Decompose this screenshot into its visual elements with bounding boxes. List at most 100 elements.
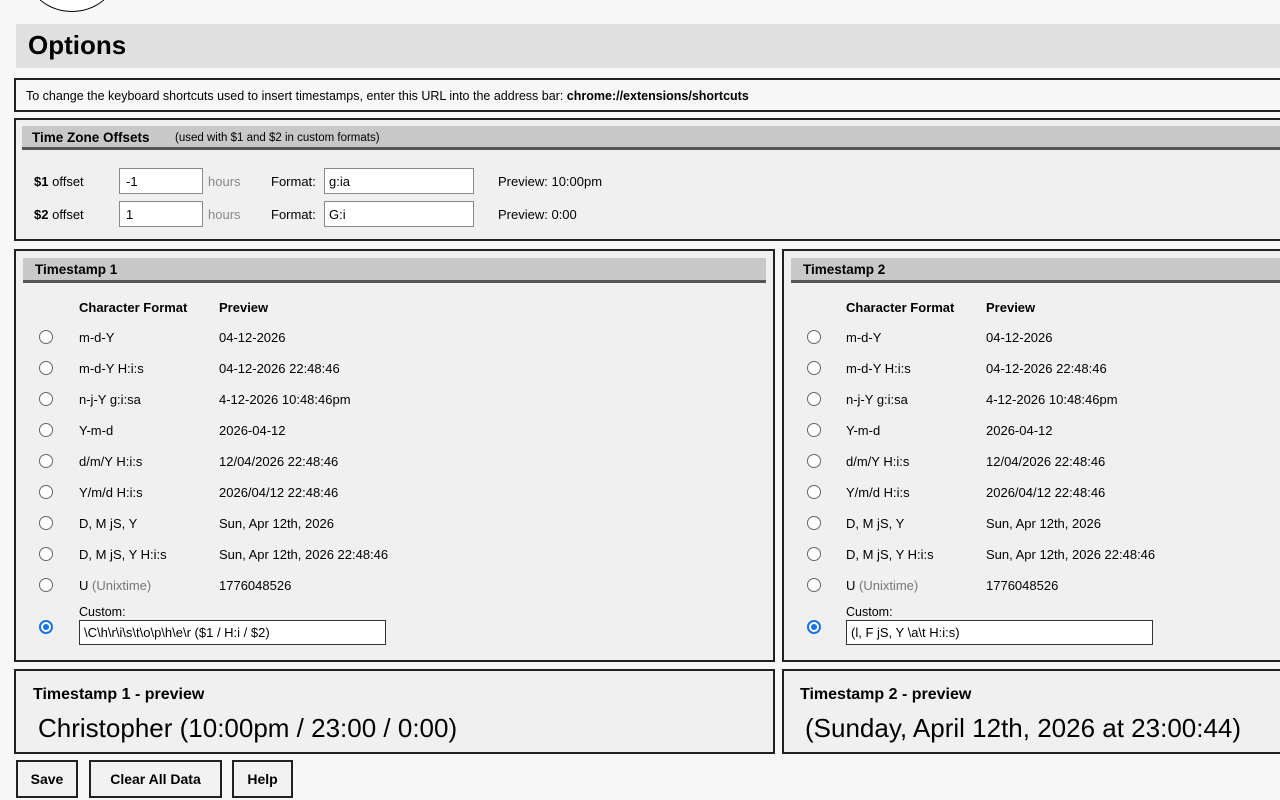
format-text: n-j-Y g:i:sa xyxy=(846,392,908,407)
timestamp-1-custom-radio[interactable] xyxy=(39,620,53,634)
timestamp-1-custom-label: Custom: xyxy=(79,605,126,619)
format-text: D, M jS, Y H:i:s xyxy=(846,547,934,562)
format-code: m-d-Y xyxy=(846,330,881,345)
page-title: Options xyxy=(28,30,127,60)
timestamp-1-option[interactable]: D, M jS, Y Sun, Apr 12th, 2026 xyxy=(16,514,773,536)
offset-1-var: $1 xyxy=(34,174,49,189)
timestamp-2-custom-radio[interactable] xyxy=(807,620,821,634)
timestamp-2-custom-label: Custom: xyxy=(846,605,893,619)
timestamp-1-preview-panel: Timestamp 1 - preview Christopher (10:00… xyxy=(14,669,775,754)
format-code: U (Unixtime) xyxy=(846,578,918,593)
timestamp-1-option[interactable]: n-j-Y g:i:sa 4-12-2026 10:48:46pm xyxy=(16,390,773,412)
offset-1-row: $1 offset hours Format: Preview: 10:00pm xyxy=(16,168,716,194)
shortcut-info-bar: To change the keyboard shortcuts used to… xyxy=(14,78,1280,112)
format-code: U (Unixtime) xyxy=(79,578,151,593)
offset-2-row: $2 offset hours Format: Preview: 0:00 xyxy=(16,201,716,227)
timestamp-1-radio[interactable] xyxy=(39,547,53,561)
timestamp-1-radio[interactable] xyxy=(39,330,53,344)
format-preview: 2026/04/12 22:48:46 xyxy=(986,485,1106,500)
format-text: Y-m-d xyxy=(846,423,881,438)
timestamp-1-option[interactable]: m-d-Y 04-12-2026 xyxy=(16,328,773,350)
options-header: Options xyxy=(16,24,1280,68)
timestamp-1-option[interactable]: Y-m-d 2026-04-12 xyxy=(16,421,773,443)
format-text: m-d-Y H:i:s xyxy=(846,361,911,376)
timestamp-2-option[interactable]: Y/m/d H:i:s 2026/04/12 22:48:46 xyxy=(784,483,1280,505)
timestamp-2-radio[interactable] xyxy=(807,392,821,406)
offset-2-hours-input[interactable] xyxy=(119,201,203,227)
save-button[interactable]: Save xyxy=(16,760,78,798)
timestamp-1-custom-input[interactable] xyxy=(79,620,386,645)
timestamp-2-radio[interactable] xyxy=(807,516,821,530)
timestamp-1-option[interactable]: U (Unixtime) 1776048526 xyxy=(16,576,773,598)
format-preview: 2026/04/12 22:48:46 xyxy=(219,485,339,500)
format-text: D, M jS, Y xyxy=(846,516,905,531)
format-text: Y/m/d H:i:s xyxy=(846,485,910,500)
timestamp-1-radio[interactable] xyxy=(39,392,53,406)
timestamp-1-radio[interactable] xyxy=(39,423,53,437)
format-preview: 4-12-2026 10:48:46pm xyxy=(219,392,351,407)
format-code: d/m/Y H:i:s xyxy=(846,454,909,469)
timestamp-2-option[interactable]: m-d-Y H:i:s 04-12-2026 22:48:46 xyxy=(784,359,1280,381)
timestamp-2-header: Timestamp 2 xyxy=(791,258,1280,283)
offset-1-hours-input[interactable] xyxy=(119,168,203,194)
timestamp-2-option[interactable]: Y-m-d 2026-04-12 xyxy=(784,421,1280,443)
timestamp-1-option[interactable]: m-d-Y H:i:s 04-12-2026 22:48:46 xyxy=(16,359,773,381)
timestamp-2-option[interactable]: D, M jS, Y H:i:s Sun, Apr 12th, 2026 22:4… xyxy=(784,545,1280,567)
format-preview: 1776048526 xyxy=(986,578,1059,593)
offset-1-format-label: Format: xyxy=(271,174,316,189)
format-text: n-j-Y g:i:sa xyxy=(79,392,141,407)
timestamp-2-radio[interactable] xyxy=(807,361,821,375)
timestamp-2-custom-input[interactable] xyxy=(846,620,1153,645)
offset-2-format-label: Format: xyxy=(271,207,316,222)
timestamp-1-radio[interactable] xyxy=(39,485,53,499)
timestamp-2-option[interactable]: U (Unixtime) 1776048526 xyxy=(784,576,1280,598)
timestamp-2-option[interactable]: D, M jS, Y Sun, Apr 12th, 2026 xyxy=(784,514,1280,536)
shortcuts-url: chrome://extensions/shortcuts xyxy=(566,89,749,103)
offset-1-format-input[interactable] xyxy=(324,168,474,194)
timestamp-2-option[interactable]: n-j-Y g:i:sa 4-12-2026 10:48:46pm xyxy=(784,390,1280,412)
timezone-title: Time Zone Offsets xyxy=(32,130,150,145)
timestamp-1-radio[interactable] xyxy=(39,578,53,592)
timestamp-1-custom-option[interactable]: Custom: xyxy=(16,605,773,649)
timestamp-2-radio[interactable] xyxy=(807,454,821,468)
timestamp-2-option[interactable]: m-d-Y 04-12-2026 xyxy=(784,328,1280,350)
clear-all-data-button[interactable]: Clear All Data xyxy=(89,760,222,798)
format-text: U xyxy=(79,578,89,593)
format-text: D, M jS, Y H:i:s xyxy=(79,547,167,562)
timestamp-2-radio[interactable] xyxy=(807,578,821,592)
offset-2-format-input[interactable] xyxy=(324,201,474,227)
timestamp-1-radio[interactable] xyxy=(39,454,53,468)
format-preview: Sun, Apr 12th, 2026 xyxy=(219,516,334,531)
timestamp-1-preview-title: Timestamp 1 - preview xyxy=(33,686,205,703)
format-preview: 04-12-2026 xyxy=(219,330,286,345)
help-button[interactable]: Help xyxy=(232,760,293,798)
format-text: m-d-Y xyxy=(846,330,882,345)
format-preview: 04-12-2026 22:48:46 xyxy=(219,361,340,376)
timestamp-1-option[interactable]: d/m/Y H:i:s 12/04/2026 22:48:46 xyxy=(16,452,773,474)
timestamp-2-custom-option[interactable]: Custom: xyxy=(784,605,1280,649)
offset-2-preview: Preview: 0:00 xyxy=(498,207,577,222)
offset-2-label: $2 offset xyxy=(34,207,84,222)
format-text: m-d-Y H:i:s xyxy=(79,361,144,376)
timestamp-2-preview-text: (Sunday, April 12th, 2026 at 23:00:44) xyxy=(805,713,1242,743)
timestamp-1-col-preview: Preview xyxy=(219,300,269,315)
timestamp-2-radio[interactable] xyxy=(807,547,821,561)
timestamp-2-radio[interactable] xyxy=(807,330,821,344)
timestamp-1-radio[interactable] xyxy=(39,361,53,375)
offset-2-hours-unit: hours xyxy=(208,207,241,222)
timestamp-1-preview-text: Christopher (10:00pm / 23:00 / 0:00) xyxy=(38,713,458,743)
timestamp-2-radio[interactable] xyxy=(807,485,821,499)
format-preview: Sun, Apr 12th, 2026 22:48:46 xyxy=(219,547,389,562)
offset-1-preview: Preview: 10:00pm xyxy=(498,174,603,189)
timestamp-1-option[interactable]: Y/m/d H:i:s 2026/04/12 22:48:46 xyxy=(16,483,773,505)
offset-2-label-text: offset xyxy=(52,207,84,222)
format-preview: 04-12-2026 22:48:46 xyxy=(986,361,1107,376)
timestamp-2-radio[interactable] xyxy=(807,423,821,437)
timestamp-1-option[interactable]: D, M jS, Y H:i:s Sun, Apr 12th, 2026 22:4… xyxy=(16,545,773,567)
timestamp-2-option[interactable]: d/m/Y H:i:s 12/04/2026 22:48:46 xyxy=(784,452,1280,474)
format-text: U xyxy=(846,578,856,593)
timestamp-1-radio[interactable] xyxy=(39,516,53,530)
format-preview: 2026-04-12 xyxy=(219,423,286,438)
format-preview: 4-12-2026 10:48:46pm xyxy=(986,392,1118,407)
format-code: Y/m/d H:i:s xyxy=(846,485,910,500)
